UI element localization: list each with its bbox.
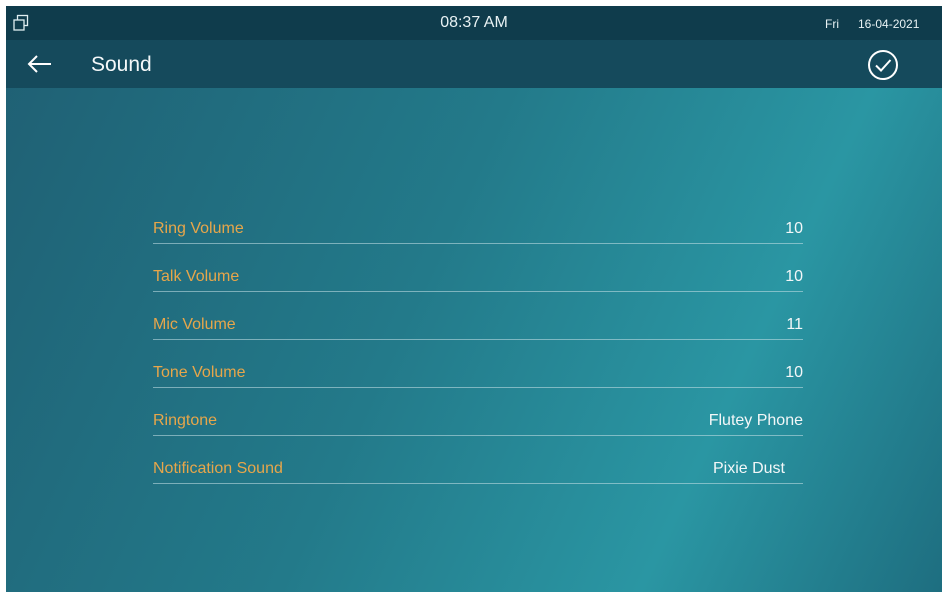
setting-row-notification-sound[interactable]: Notification Sound Pixie Dust bbox=[153, 446, 803, 494]
setting-label: Talk Volume bbox=[153, 268, 240, 285]
setting-value: 10 bbox=[785, 220, 803, 237]
setting-value: 10 bbox=[785, 268, 803, 285]
setting-label: Notification Sound bbox=[153, 460, 283, 477]
status-day: Fri bbox=[825, 17, 839, 31]
setting-divider bbox=[153, 339, 803, 340]
status-date: 16-04-2021 bbox=[858, 17, 920, 31]
setting-value: 11 bbox=[786, 316, 803, 333]
setting-value: Pixie Dust bbox=[712, 460, 785, 477]
sound-settings-list: Ring Volume 10 Talk Volume 10 Mic Volume… bbox=[153, 206, 803, 494]
setting-row-talk-volume[interactable]: Talk Volume 10 bbox=[153, 254, 803, 302]
setting-divider bbox=[153, 483, 803, 484]
setting-label: Tone Volume bbox=[153, 364, 246, 381]
setting-row-tone-volume[interactable]: Tone Volume 10 bbox=[153, 350, 803, 398]
title-bar: Sound bbox=[6, 40, 942, 88]
setting-row-ringtone[interactable]: Ringtone Flutey Phone bbox=[153, 398, 803, 446]
check-circle-icon bbox=[868, 50, 898, 80]
setting-divider bbox=[153, 243, 803, 244]
setting-label: Ringtone bbox=[153, 412, 218, 429]
arrow-left-icon bbox=[27, 55, 51, 73]
setting-divider bbox=[153, 435, 803, 436]
setting-value: Flutey Phone bbox=[708, 412, 803, 429]
setting-row-mic-volume[interactable]: Mic Volume 11 bbox=[153, 302, 803, 350]
setting-value: 10 bbox=[785, 364, 803, 381]
setting-label: Mic Volume bbox=[153, 316, 236, 333]
window-icon bbox=[12, 14, 30, 32]
status-time: 08:37 AM bbox=[440, 14, 508, 31]
back-button[interactable] bbox=[24, 50, 56, 78]
device-screen: 08:37 AM Fri 16-04-2021 Sound Ring Volum… bbox=[6, 6, 942, 592]
setting-divider bbox=[153, 387, 803, 388]
page-title: Sound bbox=[91, 53, 152, 76]
setting-row-ring-volume[interactable]: Ring Volume 10 bbox=[153, 206, 803, 254]
confirm-button[interactable] bbox=[866, 48, 900, 82]
setting-label: Ring Volume bbox=[153, 220, 244, 237]
setting-divider bbox=[153, 291, 803, 292]
status-bar: 08:37 AM Fri 16-04-2021 bbox=[6, 6, 942, 40]
